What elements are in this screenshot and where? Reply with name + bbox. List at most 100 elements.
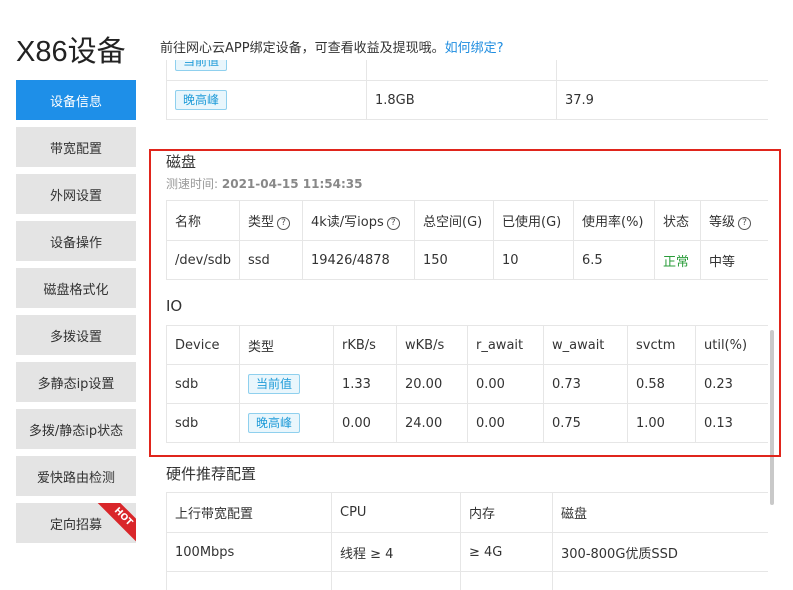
page-title: X86设备 bbox=[16, 36, 126, 68]
col-level: 等级? bbox=[700, 200, 768, 241]
sidebar-item-label: 多拨设置 bbox=[49, 329, 102, 345]
io-type: 当前值 bbox=[239, 364, 334, 404]
sidebar-item-multi-static-ip[interactable]: 多静态ip设置 bbox=[16, 362, 136, 402]
header-description: 前往网心云APP绑定设备，可查看收益及提现哦。如何绑定? bbox=[160, 37, 503, 56]
help-icon[interactable]: ? bbox=[738, 217, 752, 230]
sidebar-item-multi-dial[interactable]: 多拨设置 bbox=[16, 315, 136, 355]
sidebar: 设备信息 带宽配置 外网设置 设备操作 磁盘格式化 多拨设置 多静态ip设置 多… bbox=[16, 80, 136, 550]
hot-badge: HOT bbox=[96, 503, 136, 543]
sidebar-item-label: 多静态ip设置 bbox=[37, 376, 115, 392]
sidebar-item-device-ops[interactable]: 设备操作 bbox=[16, 221, 136, 261]
disk-type: ssd bbox=[239, 240, 303, 280]
sidebar-item-ikuai-check[interactable]: 爱快路由检测 bbox=[16, 456, 136, 496]
disk-table: 名称 类型? 4k读/写iops? 总空间(G) 已使用(G) 使用率(%) 状… bbox=[166, 200, 768, 280]
disk-header-row: 名称 类型? 4k读/写iops? 总空间(G) 已使用(G) 使用率(%) 状… bbox=[166, 200, 768, 241]
sidebar-item-disk-format[interactable]: 磁盘格式化 bbox=[16, 268, 136, 308]
io-device: sdb bbox=[166, 403, 240, 443]
status-tag: 晚高峰 bbox=[175, 90, 228, 110]
table-cell: 37.9 bbox=[556, 80, 768, 120]
sidebar-item-label: 设备信息 bbox=[49, 94, 102, 110]
col-used: 已使用(G) bbox=[493, 200, 574, 241]
sidebar-item-device-info[interactable]: 设备信息 bbox=[16, 80, 136, 120]
col-w-await: w_await bbox=[543, 325, 628, 365]
table-row bbox=[166, 571, 768, 590]
col-cpu: CPU bbox=[331, 492, 461, 533]
help-icon[interactable]: ? bbox=[277, 217, 291, 230]
col-type: 类型? bbox=[239, 200, 303, 241]
io-rkb: 0.00 bbox=[333, 403, 397, 443]
io-type: 晚高峰 bbox=[239, 403, 334, 443]
scrollbar-thumb[interactable] bbox=[770, 330, 774, 505]
col-total: 总空间(G) bbox=[414, 200, 494, 241]
table-cell bbox=[552, 571, 768, 590]
hardware-header-row: 上行带宽配置 CPU 内存 磁盘 bbox=[166, 492, 768, 533]
io-wkb: 24.00 bbox=[396, 403, 468, 443]
io-r-await: 0.00 bbox=[467, 364, 544, 404]
status-tag: 当前值 bbox=[175, 60, 228, 71]
sidebar-item-recruit[interactable]: 定向招募 HOT bbox=[16, 503, 136, 543]
col-rkb: rKB/s bbox=[333, 325, 397, 365]
sidebar-item-bandwidth[interactable]: 带宽配置 bbox=[16, 127, 136, 167]
status-tag: 当前值 bbox=[248, 374, 301, 394]
hardware-table: 上行带宽配置 CPU 内存 磁盘 100Mbps 线程 ≥ 4 ≥ 4G 300… bbox=[166, 492, 768, 590]
sidebar-item-wan[interactable]: 外网设置 bbox=[16, 174, 136, 214]
col-iops-label: 4k读/写iops bbox=[311, 215, 384, 230]
table-cell bbox=[366, 60, 557, 81]
io-svctm: 0.58 bbox=[627, 364, 696, 404]
page: X86设备 前往网心云APP绑定设备，可查看收益及提现哦。如何绑定? 设备信息 … bbox=[0, 0, 793, 590]
col-name: 名称 bbox=[166, 200, 240, 241]
disk-test-time: 测速时间: 2021-04-15 11:54:35 bbox=[166, 175, 363, 192]
hw-bandwidth: 100Mbps bbox=[166, 532, 332, 572]
table-cell: 1.8GB bbox=[366, 80, 557, 120]
io-w-await: 0.73 bbox=[543, 364, 628, 404]
io-wkb: 20.00 bbox=[396, 364, 468, 404]
col-usage: 使用率(%) bbox=[573, 200, 655, 241]
disk-used: 10 bbox=[493, 240, 574, 280]
table-cell: 当前值 bbox=[166, 60, 367, 81]
col-util: util(%) bbox=[695, 325, 768, 365]
table-cell bbox=[331, 571, 461, 590]
device-stats-table: 当前值 晚高峰 1.8GB 37.9 bbox=[166, 60, 768, 120]
disk-status: 正常 bbox=[654, 240, 701, 280]
disk-name: /dev/sdb bbox=[166, 240, 240, 280]
col-status: 状态 bbox=[654, 200, 701, 241]
io-util: 0.13 bbox=[695, 403, 768, 443]
description-text: 前往网心云APP绑定设备，可查看收益及提现哦。 bbox=[160, 41, 445, 56]
sidebar-item-dial-status[interactable]: 多拨/静态ip状态 bbox=[16, 409, 136, 449]
io-table: Device 类型 rKB/s wKB/s r_await w_await sv… bbox=[166, 325, 768, 443]
sidebar-item-label: 爱快路由检测 bbox=[36, 470, 115, 486]
io-device: sdb bbox=[166, 364, 240, 404]
hw-memory: ≥ 4G bbox=[460, 532, 553, 572]
col-memory: 内存 bbox=[460, 492, 553, 533]
io-svctm: 1.00 bbox=[627, 403, 696, 443]
io-util: 0.23 bbox=[695, 364, 768, 404]
table-row: 当前值 bbox=[166, 60, 768, 81]
col-svctm: svctm bbox=[627, 325, 696, 365]
col-disk: 磁盘 bbox=[552, 492, 768, 533]
hw-disk: 300-800G优质SSD bbox=[552, 532, 768, 572]
hw-cpu: 线程 ≥ 4 bbox=[331, 532, 461, 572]
col-device: Device bbox=[166, 325, 240, 365]
help-icon[interactable]: ? bbox=[386, 217, 400, 230]
sidebar-item-label: 带宽配置 bbox=[49, 141, 102, 157]
io-header-row: Device 类型 rKB/s wKB/s r_await w_await sv… bbox=[166, 325, 768, 365]
table-row: 晚高峰 1.8GB 37.9 bbox=[166, 80, 768, 120]
table-row: sdb 晚高峰 0.00 24.00 0.00 0.75 1.00 0.13 bbox=[166, 403, 768, 443]
hardware-title: 硬件推荐配置 bbox=[166, 465, 257, 483]
col-type: 类型 bbox=[239, 325, 334, 365]
table-cell: 晚高峰 bbox=[166, 80, 367, 120]
col-bandwidth: 上行带宽配置 bbox=[166, 492, 332, 533]
table-row: 100Mbps 线程 ≥ 4 ≥ 4G 300-800G优质SSD bbox=[166, 532, 768, 572]
table-cell bbox=[556, 60, 768, 81]
table-row: sdb 当前值 1.33 20.00 0.00 0.73 0.58 0.23 bbox=[166, 364, 768, 404]
col-type-label: 类型 bbox=[248, 215, 275, 230]
io-r-await: 0.00 bbox=[467, 403, 544, 443]
how-to-bind-link[interactable]: 如何绑定? bbox=[445, 41, 504, 56]
table-cell bbox=[460, 571, 553, 590]
col-iops: 4k读/写iops? bbox=[302, 200, 415, 241]
disk-level: 中等 bbox=[700, 240, 768, 280]
sidebar-item-label: 定向招募 bbox=[49, 517, 102, 533]
io-title: IO bbox=[166, 297, 183, 315]
status-tag: 晚高峰 bbox=[248, 413, 301, 433]
disk-iops: 19426/4878 bbox=[302, 240, 415, 280]
